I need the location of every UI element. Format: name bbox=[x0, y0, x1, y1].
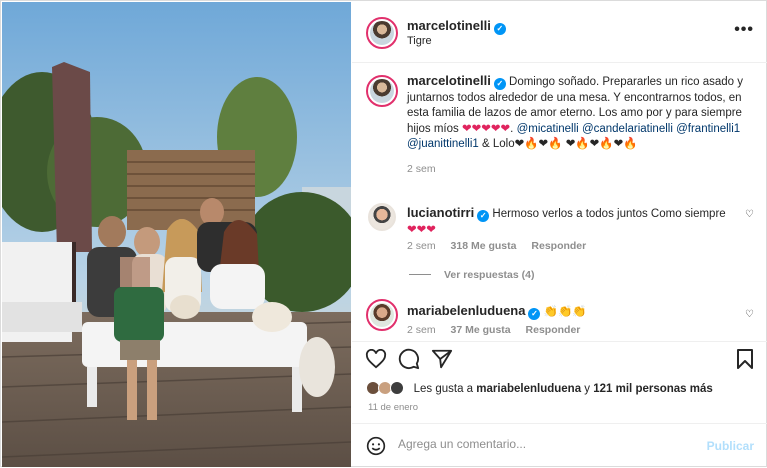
caption-username[interactable]: marcelotinelli bbox=[407, 73, 491, 88]
like-heart-icon[interactable] bbox=[365, 349, 387, 369]
likes-count[interactable]: 121 mil personas más bbox=[593, 383, 713, 395]
verified-badge-icon: ✓ bbox=[493, 78, 506, 90]
verified-badge-icon: ✓ bbox=[493, 23, 506, 35]
author-username[interactable]: marcelotinelli bbox=[407, 18, 491, 33]
comment-avatar-mariabelenluduena[interactable] bbox=[366, 299, 398, 331]
save-bookmark-icon[interactable] bbox=[736, 348, 754, 370]
comment-likes[interactable]: 37 Me gusta bbox=[451, 324, 511, 336]
liker-avatars[interactable] bbox=[366, 381, 414, 395]
post-date[interactable]: 11 de enero bbox=[368, 402, 418, 413]
post-location[interactable]: Tigre bbox=[407, 35, 432, 47]
mention-frantinelli1[interactable]: @frantinelli1 bbox=[676, 123, 740, 135]
verified-badge-icon: ✓ bbox=[528, 308, 541, 320]
comment-time[interactable]: 2 sem bbox=[407, 240, 436, 252]
comment-reply-button[interactable]: Responder bbox=[526, 324, 581, 336]
more-horizontal-icon[interactable]: ••• bbox=[734, 21, 754, 39]
comment-likes[interactable]: 318 Me gusta bbox=[451, 240, 517, 252]
caption-time[interactable]: 2 sem bbox=[407, 162, 752, 178]
post-photo[interactable] bbox=[2, 2, 351, 467]
comment-text: Hermoso verlos a todos juntos Como siemp… bbox=[492, 208, 726, 220]
comment-emoji: ❤❤❤ bbox=[407, 223, 436, 236]
post-actions-bar bbox=[352, 341, 767, 377]
verified-badge-icon: ✓ bbox=[477, 210, 490, 222]
comment-meta-row: 2 sem 37 Me gusta Responder bbox=[407, 324, 580, 336]
post-details-panel: marcelotinelli ✓ Tigre ••• marcelotinelli… bbox=[352, 1, 767, 468]
view-replies-button[interactable]: Ver respuestas (4) bbox=[444, 269, 534, 281]
comment-mariabelenluduena: mariabelenluduena ✓ 👏👏👏 bbox=[407, 303, 737, 321]
author-avatar[interactable] bbox=[366, 17, 398, 49]
comment-like-heart-icon[interactable]: ♡ bbox=[745, 309, 754, 320]
caption-emoji-1: ❤🔥❤🔥 bbox=[514, 138, 563, 150]
post-caption: marcelotinelli ✓ Domingo soñado. Preparar… bbox=[407, 73, 752, 177]
add-comment-input[interactable] bbox=[398, 437, 688, 451]
comment-username[interactable]: lucianotirri bbox=[407, 205, 474, 220]
share-paper-plane-icon[interactable] bbox=[431, 348, 453, 370]
post-header: marcelotinelli ✓ Tigre ••• bbox=[352, 1, 767, 63]
publish-button[interactable]: Publicar bbox=[707, 439, 754, 453]
mention-micatinelli[interactable]: @micatinelli bbox=[517, 123, 579, 135]
mention-juanittinelli1[interactable]: @juanittinelli1 bbox=[407, 138, 479, 150]
likes-connector: y bbox=[584, 383, 591, 395]
likes-prefix: Les gusta a bbox=[413, 383, 474, 395]
replies-divider bbox=[409, 274, 431, 275]
likes-user[interactable]: mariabelenluduena bbox=[476, 383, 581, 395]
liker-avatar bbox=[390, 381, 405, 395]
caption-and-lolo: & Lolo bbox=[481, 138, 515, 150]
family-photo-illustration bbox=[2, 2, 351, 467]
instagram-post-frame: marcelotinelli ✓ Tigre ••• marcelotinelli… bbox=[0, 0, 767, 467]
caption-hearts: ❤❤❤❤❤ bbox=[461, 122, 511, 135]
author-name-row: marcelotinelli ✓ bbox=[407, 17, 506, 35]
comment-emoji: 👏👏👏 bbox=[543, 306, 587, 318]
comment-avatar-lucianotirri[interactable] bbox=[366, 201, 398, 233]
comment-like-heart-icon[interactable]: ♡ bbox=[745, 209, 754, 220]
caption-author-avatar[interactable] bbox=[366, 75, 398, 107]
comment-reply-button[interactable]: Responder bbox=[531, 240, 586, 252]
caption-emoji-2: ❤🔥❤🔥❤🔥 bbox=[565, 138, 638, 150]
add-comment-bar: Publicar bbox=[352, 423, 767, 468]
comment-username[interactable]: mariabelenluduena bbox=[407, 303, 525, 318]
mention-candelariatinelli[interactable]: @candelariatinelli bbox=[582, 123, 673, 135]
emoji-smiley-icon[interactable] bbox=[366, 436, 386, 456]
comment-time[interactable]: 2 sem bbox=[407, 324, 436, 336]
comment-meta-row: 2 sem 318 Me gusta Responder bbox=[407, 240, 586, 252]
comment-lucianotirri: lucianotirri ✓ Hermoso verlos a todos jun… bbox=[407, 205, 737, 238]
likes-summary: Les gusta a mariabelenluduena y 121 mil … bbox=[366, 381, 713, 395]
comment-bubble-icon[interactable] bbox=[398, 348, 420, 370]
